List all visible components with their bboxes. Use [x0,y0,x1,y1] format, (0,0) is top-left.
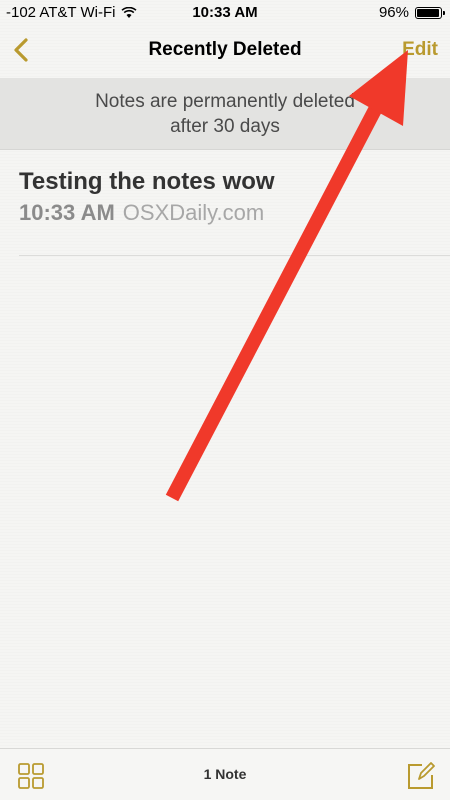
note-preview: OSXDaily.com [122,200,265,225]
note-count: 1 Note [203,766,247,782]
status-bar: -102 AT&T Wi-Fi 10:33 AM 96% [0,0,450,24]
note-list-item[interactable]: Testing the notes wow 10:33 AM OSXDaily.c… [19,168,450,256]
battery-fill [417,8,440,17]
edit-button[interactable]: Edit [402,39,438,61]
note-meta: 10:33 AM OSXDaily.com [19,200,450,226]
battery-percent: 96% [378,4,409,21]
deletion-banner: Notes are permanently deleted after 30 d… [0,78,450,150]
battery-icon [415,6,445,19]
bottom-toolbar: 1 Note [0,748,450,800]
note-title: Testing the notes wow [19,168,275,195]
nav-bar: Recently Deleted Edit [0,24,450,78]
note-time: 10:33 AM [19,200,115,225]
compose-button[interactable] [406,761,436,791]
page-title: Recently Deleted [148,39,302,60]
banner-text: Notes are permanently deleted after 30 d… [95,90,355,137]
status-right: 96% [378,4,445,21]
screen: -102 AT&T Wi-Fi 10:33 AM 96% Recently De… [0,0,450,800]
compose-icon [408,762,435,789]
arrow-shaft [165,100,385,502]
